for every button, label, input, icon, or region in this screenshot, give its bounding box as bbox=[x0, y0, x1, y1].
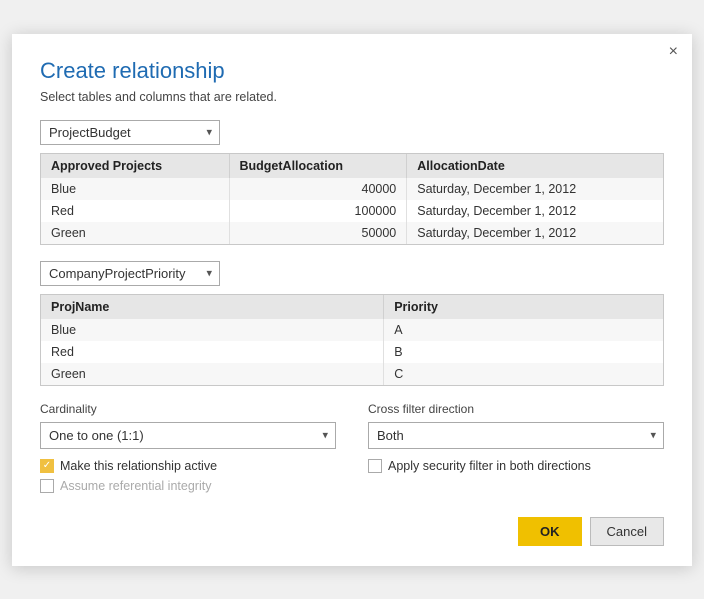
table1-cell: Saturday, December 1, 2012 bbox=[407, 178, 663, 200]
table2-header-row: ProjName Priority bbox=[41, 295, 663, 319]
dialog-subtitle: Select tables and columns that are relat… bbox=[40, 90, 664, 104]
table2-cell: Green bbox=[41, 363, 384, 385]
table1-cell: 40000 bbox=[229, 178, 407, 200]
bottom-section: Cardinality One to one (1:1) ▾ ✓ Make th… bbox=[40, 402, 664, 499]
dialog-title: Create relationship bbox=[40, 58, 664, 84]
cardinality-section: Cardinality One to one (1:1) ▾ ✓ Make th… bbox=[40, 402, 336, 499]
cross-filter-dropdown[interactable]: Both bbox=[368, 422, 664, 449]
cross-filter-section: Cross filter direction Both ▾ Apply secu… bbox=[368, 402, 664, 499]
table-row: Blue 40000 Saturday, December 1, 2012 bbox=[41, 178, 663, 200]
dialog-footer: OK Cancel bbox=[40, 517, 664, 546]
table1-cell: Saturday, December 1, 2012 bbox=[407, 200, 663, 222]
create-relationship-dialog: × Create relationship Select tables and … bbox=[12, 34, 692, 566]
table2-cell: A bbox=[384, 319, 663, 341]
table2-container: ProjName Priority Blue A Red B Green C bbox=[40, 294, 664, 386]
table1-col-header-1: BudgetAllocation bbox=[229, 154, 407, 178]
table1-dropdown-wrapper: ProjectBudget ▾ bbox=[40, 120, 220, 145]
table2-col-header-0: ProjName bbox=[41, 295, 384, 319]
apply-security-label: Apply security filter in both directions bbox=[388, 459, 591, 473]
cancel-button[interactable]: Cancel bbox=[590, 517, 664, 546]
table2-cell: B bbox=[384, 341, 663, 363]
table-row: Red B bbox=[41, 341, 663, 363]
apply-security-checkbox[interactable] bbox=[368, 459, 382, 473]
assume-integrity-checkbox bbox=[40, 479, 54, 493]
table1-cell: Red bbox=[41, 200, 229, 222]
table-row: Red 100000 Saturday, December 1, 2012 bbox=[41, 200, 663, 222]
table1-cell: Saturday, December 1, 2012 bbox=[407, 222, 663, 244]
make-active-row[interactable]: ✓ Make this relationship active bbox=[40, 459, 336, 473]
table1-dropdown[interactable]: ProjectBudget bbox=[40, 120, 220, 145]
table1-cell: Green bbox=[41, 222, 229, 244]
table1-cell: Blue bbox=[41, 178, 229, 200]
assume-integrity-label: Assume referential integrity bbox=[60, 479, 211, 493]
table2-col-header-1: Priority bbox=[384, 295, 663, 319]
table-row: Blue A bbox=[41, 319, 663, 341]
table1-container: Approved Projects BudgetAllocation Alloc… bbox=[40, 153, 664, 245]
table1-col-header-2: AllocationDate bbox=[407, 154, 663, 178]
make-active-checkbox[interactable]: ✓ bbox=[40, 459, 54, 473]
make-active-label: Make this relationship active bbox=[60, 459, 217, 473]
cross-filter-dropdown-wrapper: Both ▾ bbox=[368, 422, 664, 449]
cardinality-label: Cardinality bbox=[40, 402, 336, 416]
table2-cell: Red bbox=[41, 341, 384, 363]
assume-integrity-row: Assume referential integrity bbox=[40, 479, 336, 493]
table1: Approved Projects BudgetAllocation Alloc… bbox=[41, 154, 663, 244]
table2: ProjName Priority Blue A Red B Green C bbox=[41, 295, 663, 385]
table2-dropdown[interactable]: CompanyProjectPriority bbox=[40, 261, 220, 286]
apply-security-row[interactable]: Apply security filter in both directions bbox=[368, 459, 664, 473]
table1-col-header-0: Approved Projects bbox=[41, 154, 229, 178]
table2-cell: C bbox=[384, 363, 663, 385]
cardinality-dropdown-wrapper: One to one (1:1) ▾ bbox=[40, 422, 336, 449]
table-row: Green 50000 Saturday, December 1, 2012 bbox=[41, 222, 663, 244]
table1-header-row: Approved Projects BudgetAllocation Alloc… bbox=[41, 154, 663, 178]
ok-button[interactable]: OK bbox=[518, 517, 582, 546]
table1-cell: 50000 bbox=[229, 222, 407, 244]
table1-cell: 100000 bbox=[229, 200, 407, 222]
close-button[interactable]: × bbox=[669, 44, 678, 60]
cardinality-dropdown[interactable]: One to one (1:1) bbox=[40, 422, 336, 449]
table2-cell: Blue bbox=[41, 319, 384, 341]
cross-filter-label: Cross filter direction bbox=[368, 402, 664, 416]
table-row: Green C bbox=[41, 363, 663, 385]
table2-dropdown-wrapper: CompanyProjectPriority ▾ bbox=[40, 261, 220, 286]
